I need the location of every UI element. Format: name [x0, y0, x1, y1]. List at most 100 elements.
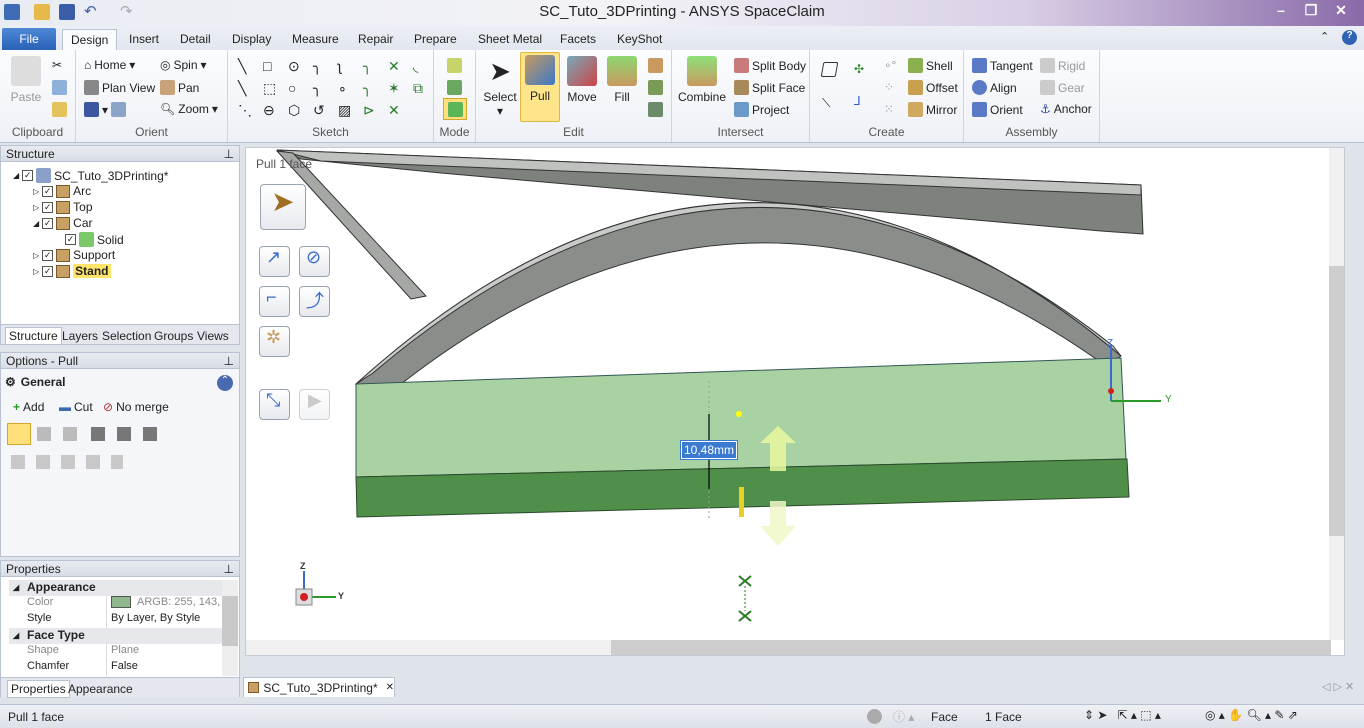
- pull-handle[interactable]: [739, 487, 744, 517]
- tab-nav-icons[interactable]: ◁ ▷ ✕: [1322, 680, 1354, 693]
- sketch-tool-icon[interactable]: ╲: [238, 80, 246, 97]
- replace-button[interactable]: [648, 58, 663, 73]
- grid-pattern-button[interactable]: ⁙: [884, 102, 894, 116]
- anchor-button[interactable]: ⚓︎ Anchor: [1040, 102, 1092, 116]
- expand-icon[interactable]: ▷: [33, 267, 39, 276]
- copy-button[interactable]: [52, 80, 67, 95]
- select-button[interactable]: ➤ Select ▾: [480, 54, 520, 118]
- move-button[interactable]: Move: [562, 54, 602, 104]
- mirror-button[interactable]: Mirror: [908, 102, 957, 117]
- plan-view-button[interactable]: Plan View: [84, 80, 155, 95]
- pull-direction-option[interactable]: [7, 423, 31, 445]
- sketch-tool-icon[interactable]: ✕: [388, 58, 400, 75]
- 3d-mode-button[interactable]: [443, 98, 467, 120]
- gear-button[interactable]: Gear: [1040, 80, 1085, 95]
- properties-scrollbar[interactable]: [222, 580, 238, 676]
- tab-measure[interactable]: Measure: [284, 29, 347, 50]
- scale-tool[interactable]: ✲: [259, 326, 290, 357]
- pan-button[interactable]: Pan: [160, 80, 199, 95]
- sketch-tool-icon[interactable]: ∘: [338, 80, 347, 97]
- complete-tool[interactable]: ⤡: [259, 389, 290, 420]
- sketch-tool-icon[interactable]: ↺: [313, 102, 325, 119]
- visibility-checkbox[interactable]: ✓: [65, 234, 76, 245]
- split-face-button[interactable]: Split Face: [734, 80, 805, 95]
- no-merge-option[interactable]: ⊘ No merge: [103, 400, 169, 414]
- color-swatch[interactable]: [111, 596, 131, 608]
- sketch-tool-icon[interactable]: ⋱: [238, 102, 252, 119]
- linear-pattern-button[interactable]: ∘°: [884, 58, 896, 72]
- general-section[interactable]: ⚙ General: [5, 375, 65, 389]
- sketch-tool-icon[interactable]: ▨: [338, 102, 351, 119]
- cut-option[interactable]: ▬ Cut: [59, 400, 93, 414]
- help-icon[interactable]: ?: [1342, 30, 1357, 45]
- info-icon[interactable]: ⓘ ▴: [893, 708, 914, 725]
- tree-root[interactable]: ◢ ✓ SC_Tuto_3DPrinting*: [13, 168, 168, 183]
- format-painter-button[interactable]: [52, 102, 67, 117]
- property-style[interactable]: Style By Layer, By Style: [9, 612, 222, 628]
- origin-button[interactable]: ⅃: [854, 94, 861, 108]
- expand-icon[interactable]: ◢: [13, 171, 19, 180]
- pull-option-icon[interactable]: [37, 427, 51, 441]
- pull-option-icon[interactable]: [117, 427, 131, 441]
- offset-button[interactable]: Offset: [908, 80, 958, 95]
- visibility-checkbox[interactable]: ✓: [42, 185, 54, 197]
- expand-icon[interactable]: ▷: [33, 251, 39, 260]
- circular-pattern-button[interactable]: ⁘: [884, 80, 894, 94]
- sketch-tool-icon[interactable]: ⊳: [363, 102, 375, 119]
- sketch-tool-icon[interactable]: ○: [288, 80, 296, 96]
- property-shape[interactable]: Shape Plane: [9, 644, 222, 660]
- tab-layers[interactable]: Layers: [59, 328, 101, 344]
- sketch-tool-icon[interactable]: ⬚: [263, 80, 276, 97]
- tab-prepare[interactable]: Prepare: [406, 29, 465, 50]
- visibility-checkbox[interactable]: ✓: [42, 217, 54, 229]
- sweep-tool[interactable]: ⌐: [259, 286, 290, 317]
- 3d-viewport[interactable]: Pull 1 face 10,48mm Y Z Z Y ➤ ↗ ⊘ ⌐ ⤴ ✲ …: [245, 147, 1345, 656]
- pull-option-icon[interactable]: [91, 427, 105, 441]
- revolve-tool[interactable]: ⊘: [299, 246, 330, 277]
- tree-item-car[interactable]: ◢ ✓ Car: [33, 216, 93, 230]
- sketch-tool-icon[interactable]: ╮: [313, 80, 321, 97]
- sketch-tool-icon[interactable]: □: [263, 58, 271, 74]
- expand-icon[interactable]: ▷: [33, 203, 39, 212]
- tab-sheet-metal[interactable]: Sheet Metal: [470, 29, 550, 50]
- project-button[interactable]: Project: [734, 102, 789, 117]
- arc[interactable]: [354, 202, 1122, 385]
- pull-option-icon[interactable]: [143, 427, 157, 441]
- next-tool[interactable]: ▶: [299, 389, 330, 420]
- visibility-checkbox[interactable]: ✓: [42, 201, 54, 213]
- blend-button[interactable]: [648, 102, 663, 117]
- tab-keyshot[interactable]: KeyShot: [609, 29, 670, 50]
- add-option[interactable]: + Add: [13, 400, 44, 414]
- property-chamfer[interactable]: Chamfer False: [9, 660, 222, 676]
- visibility-checkbox[interactable]: ✓: [22, 170, 34, 181]
- expand-icon[interactable]: ◢: [33, 219, 39, 228]
- sketch-tool-icon[interactable]: ⧉: [413, 80, 423, 97]
- restore-button[interactable]: ❐: [1298, 2, 1324, 22]
- sketch-mode-button[interactable]: [447, 58, 462, 73]
- sketch-tool-icon[interactable]: ⊖: [263, 102, 275, 119]
- visibility-checkbox[interactable]: ✓: [42, 265, 54, 277]
- sketch-tool-icon[interactable]: ⊙: [288, 58, 300, 75]
- tangent-button[interactable]: Tangent: [972, 58, 1033, 73]
- selection-filter[interactable]: Face: [931, 710, 958, 724]
- tree-item-stand[interactable]: ▷ ✓ Stand: [33, 264, 111, 278]
- selection-tools[interactable]: ⇕ ➤ ⇱ ▴ ⬚ ▴: [1084, 708, 1161, 722]
- model-canvas[interactable]: [246, 148, 1345, 656]
- pin-icon[interactable]: ⊥: [224, 147, 234, 161]
- sketch-tool-icon[interactable]: ╲: [238, 58, 246, 75]
- sketch-tool-icon[interactable]: ╮: [363, 80, 371, 97]
- view-cube-button[interactable]: ▾: [84, 102, 127, 117]
- pin-icon[interactable]: ⊥: [224, 562, 234, 576]
- tree-item-support[interactable]: ▷ ✓ Support: [33, 248, 115, 262]
- sketch-tool-icon[interactable]: ✕: [388, 102, 400, 119]
- sketch-tool-icon[interactable]: ╮: [363, 58, 371, 75]
- paste-button[interactable]: Paste: [6, 54, 46, 104]
- visibility-checkbox[interactable]: ✓: [42, 249, 54, 261]
- tweak-face-button[interactable]: [648, 80, 663, 95]
- tab-repair[interactable]: Repair: [350, 29, 401, 50]
- close-button[interactable]: ✕: [1328, 2, 1354, 22]
- tab-facets[interactable]: Facets: [552, 29, 604, 50]
- vertical-scrollbar[interactable]: [1329, 148, 1344, 640]
- collapse-ribbon-icon[interactable]: ⌃: [1320, 30, 1329, 43]
- align-button[interactable]: Align: [972, 80, 1017, 95]
